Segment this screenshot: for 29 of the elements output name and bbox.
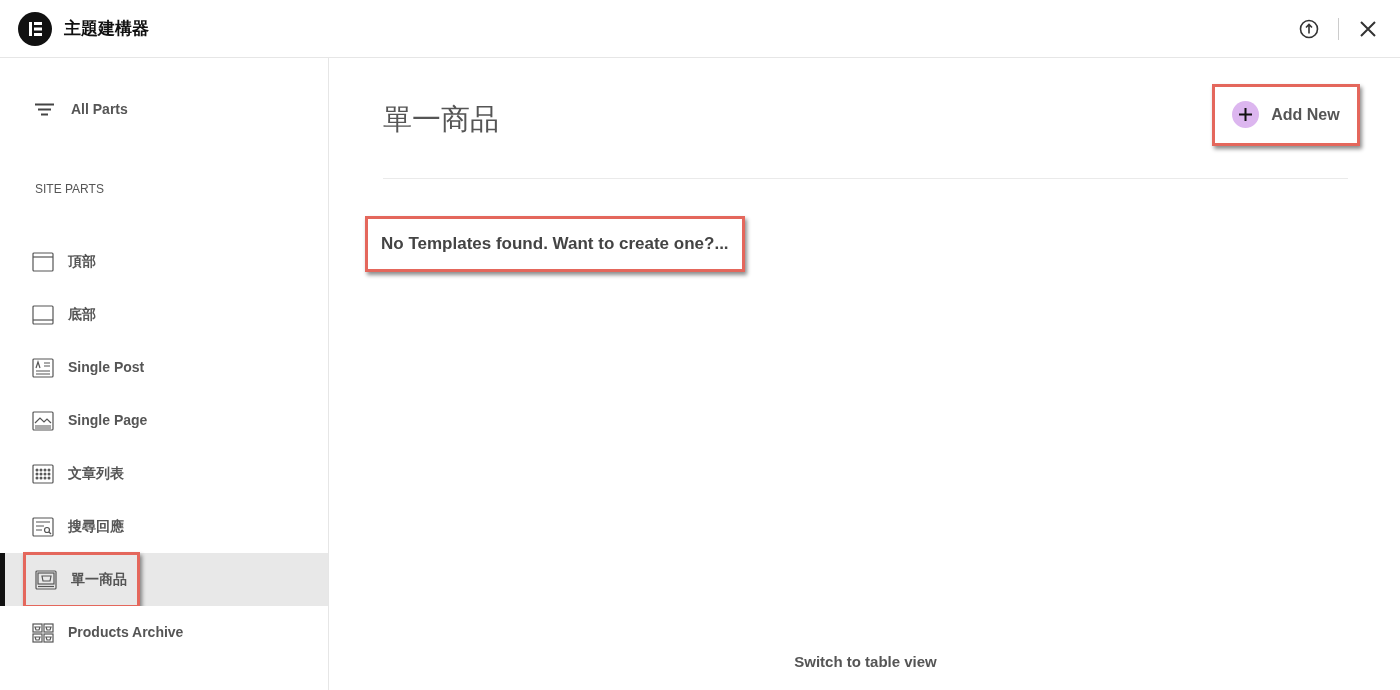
logo-icon: [18, 11, 52, 46]
app-title: 主題建構器: [64, 17, 149, 40]
item-label: Single Page: [68, 411, 148, 430]
empty-message: No Templates found. Want to create one?...: [381, 233, 729, 256]
switch-view-link[interactable]: Switch to table view: [794, 650, 937, 673]
item-label: 單一商品: [71, 570, 127, 589]
all-parts-item[interactable]: All Parts: [0, 84, 328, 134]
section-label: SITE PARTS: [34, 181, 105, 198]
footer-layout-icon: [32, 304, 54, 325]
item-label: Single Post: [68, 358, 145, 377]
item-label: 搜尋回應: [68, 517, 124, 536]
page-title: 單一商品: [383, 101, 499, 137]
item-label: 底部: [68, 305, 96, 324]
grid-icon: [32, 463, 54, 484]
search-results-icon: [32, 516, 54, 537]
post-layout-icon: [32, 357, 54, 378]
products-grid-icon: [32, 622, 54, 643]
product-screen-icon: [35, 569, 57, 590]
item-label: 頂部: [68, 252, 96, 271]
add-new-button[interactable]: Add New: [1232, 101, 1340, 128]
header-layout-icon: [32, 251, 54, 272]
plus-icon: [1232, 101, 1260, 128]
close-icon: [1359, 19, 1377, 38]
filter-icon: [35, 102, 54, 116]
item-label: 文章列表: [68, 464, 124, 483]
upload-circle-icon: [1299, 18, 1319, 39]
image-page-icon: [32, 410, 54, 431]
sidebar-item[interactable]: 單一商品: [0, 553, 328, 606]
item-label: Products Archive: [68, 623, 184, 642]
